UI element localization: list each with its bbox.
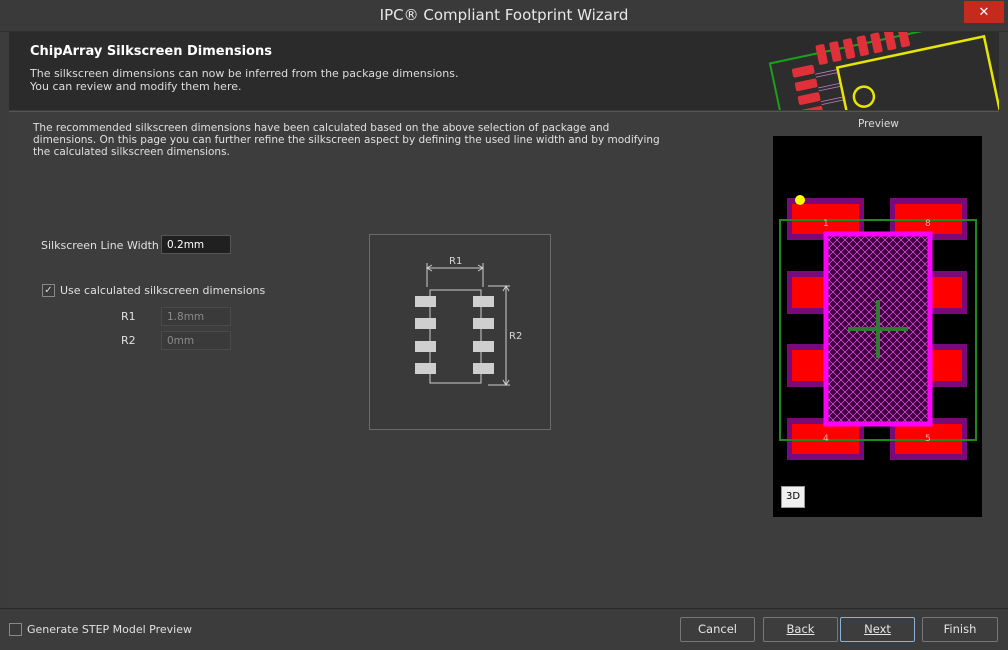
- pin1-indicator: [795, 195, 805, 205]
- footprint-preview[interactable]: 1 8 4 5 3D: [773, 136, 982, 517]
- use-calculated-checkbox[interactable]: ✓: [42, 284, 55, 297]
- r2-input[interactable]: 0mm: [161, 331, 231, 350]
- use-calculated-label: Use calculated silkscreen dimensions: [60, 284, 266, 297]
- next-button[interactable]: Next: [840, 617, 915, 642]
- diagram-r2-label: R2: [509, 331, 522, 342]
- pin-label-5: 5: [925, 434, 931, 444]
- header-footprint-art: 1: [768, 32, 999, 110]
- pin-label-8: 8: [925, 219, 931, 229]
- page-title: ChipArray Silkscreen Dimensions: [30, 44, 272, 59]
- r1-label: R1: [121, 310, 136, 323]
- diagram-r1-label: R1: [449, 256, 462, 267]
- step-preview-label: Generate STEP Model Preview: [27, 623, 192, 636]
- silkscreen-diagram: R1 R2: [369, 234, 551, 430]
- title-bar: IPC® Compliant Footprint Wizard ✕: [0, 0, 1008, 32]
- line-width-label: Silkscreen Line Width: [41, 239, 159, 252]
- close-button[interactable]: ✕: [964, 1, 1004, 23]
- close-icon: ✕: [978, 4, 990, 20]
- r2-label: R2: [121, 334, 136, 347]
- back-button[interactable]: Back: [763, 617, 838, 642]
- checkmark-icon: ✓: [44, 285, 53, 296]
- line-width-input[interactable]: 0.2mm: [161, 235, 231, 254]
- page-description: The recommended silkscreen dimensions ha…: [33, 122, 660, 158]
- step-preview-checkbox[interactable]: [9, 623, 22, 636]
- toggle-3d-button[interactable]: 3D: [781, 486, 805, 508]
- wizard-content: The recommended silkscreen dimensions ha…: [9, 111, 999, 608]
- footer-divider: [0, 608, 1008, 609]
- window-title: IPC® Compliant Footprint Wizard: [379, 6, 629, 24]
- silkscreen-diagram-drawing: R1 R2: [415, 256, 522, 386]
- pin-label-4: 4: [823, 434, 829, 444]
- page-subtitle-line2: You can review and modify them here.: [30, 80, 242, 93]
- finish-button[interactable]: Finish: [922, 617, 998, 642]
- wizard-header: ChipArray Silkscreen Dimensions The silk…: [9, 32, 999, 110]
- page-subtitle-line1: The silkscreen dimensions can now be inf…: [30, 67, 459, 80]
- preview-label: Preview: [858, 118, 899, 130]
- cancel-button[interactable]: Cancel: [680, 617, 755, 642]
- footprint-preview-drawing: 1 8 4 5: [779, 195, 977, 460]
- pin-label-1: 1: [823, 219, 829, 229]
- r1-input[interactable]: 1.8mm: [161, 307, 231, 326]
